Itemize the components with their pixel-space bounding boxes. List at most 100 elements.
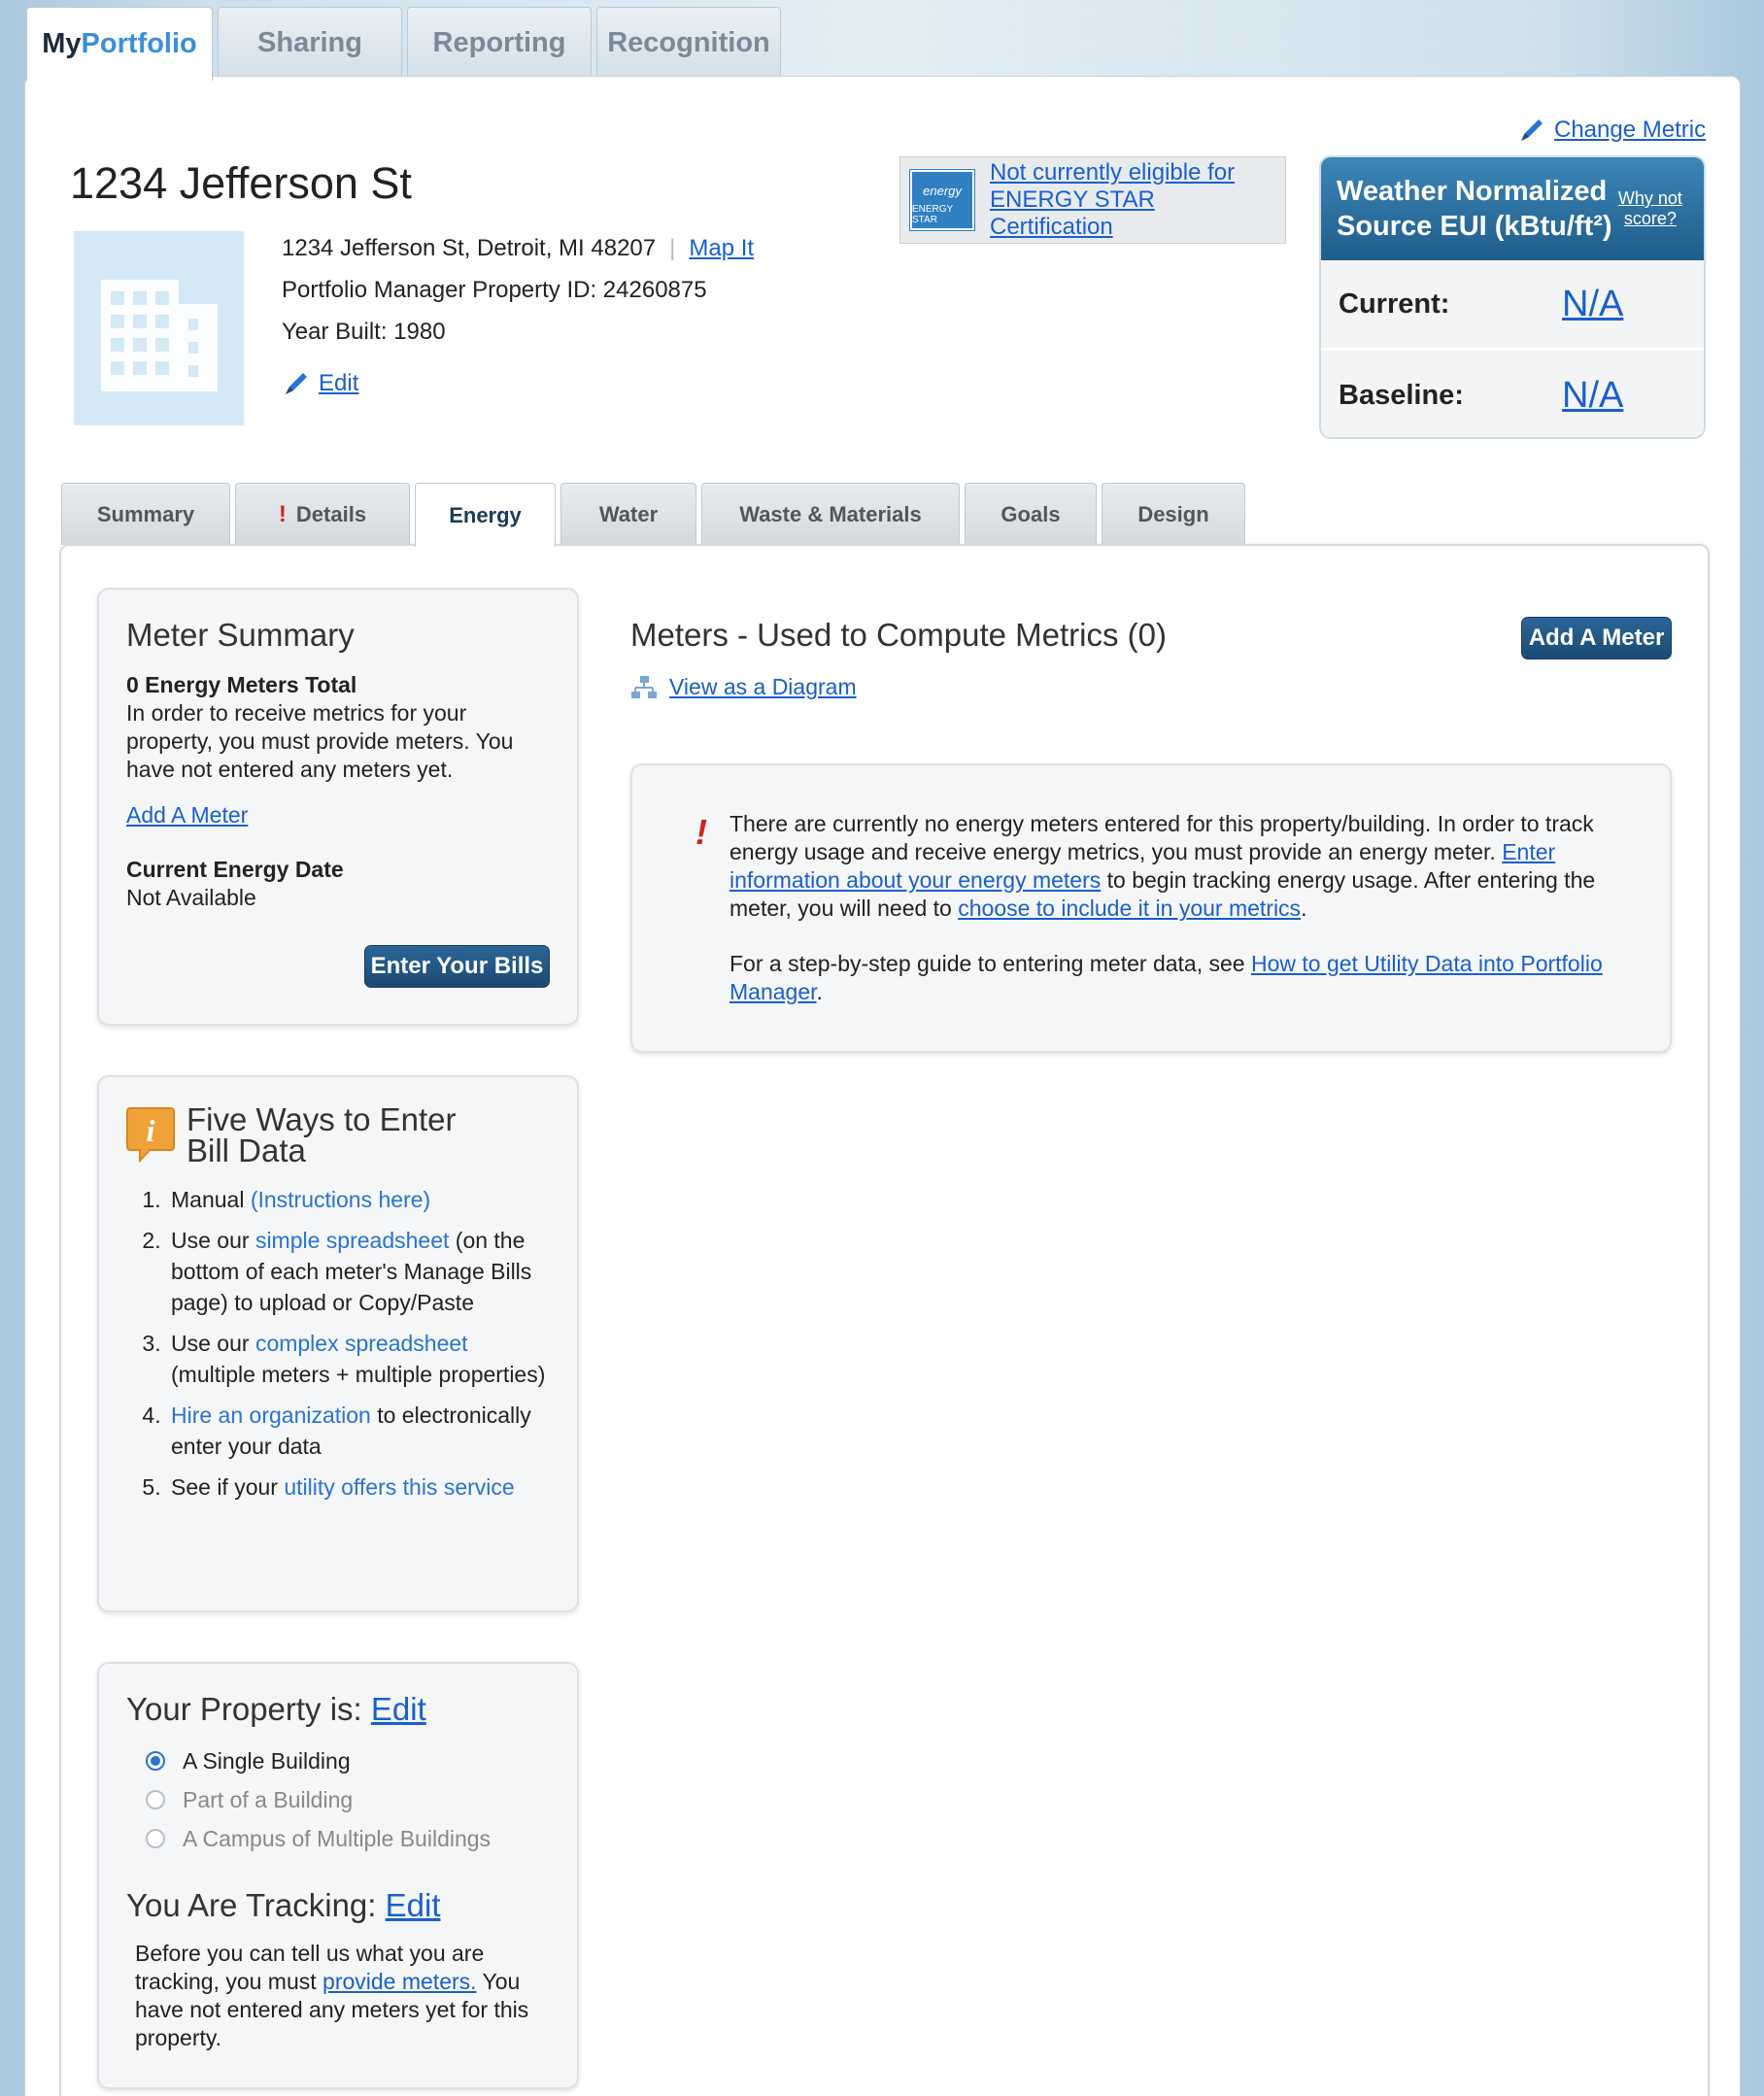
enter-bills-button[interactable]: Enter Your Bills — [364, 945, 550, 988]
item-text: Use our — [171, 1331, 255, 1356]
add-meter-button[interactable]: Add A Meter — [1521, 617, 1672, 659]
five-ways-title-line1: Five Ways to Enter — [187, 1101, 457, 1137]
simple-spreadsheet-link[interactable]: simple spreadsheet — [255, 1228, 449, 1253]
list-item: See if your utility offers this service — [167, 1471, 548, 1503]
current-label: Current: — [1339, 287, 1450, 320]
meter-summary-title: Meter Summary — [126, 617, 355, 653]
metric-baseline-row: Baseline: N/A — [1321, 351, 1704, 437]
five-ways-list: Manual (Instructions here) Use our simpl… — [167, 1184, 577, 1512]
tab-recognition[interactable]: Recognition — [596, 7, 781, 78]
pencil-icon — [1521, 119, 1543, 141]
pencil-icon — [286, 372, 307, 394]
guide-text-post: . — [816, 979, 823, 1004]
edit-property-row: Edit — [282, 362, 754, 404]
utility-service-link[interactable]: utility offers this service — [284, 1474, 514, 1500]
tab-details[interactable]: ! Details — [235, 483, 410, 545]
top-nav-tabs: My Portfolio Sharing Reporting Recognitio… — [26, 7, 781, 81]
energy-star-eligibility: energy ENERGY STAR Not currently eligibl… — [899, 156, 1286, 244]
tab-design[interactable]: Design — [1102, 483, 1245, 545]
property-type-card: Your Property is: Edit A Single Building… — [97, 1662, 579, 2089]
edit-property-link[interactable]: Edit — [319, 362, 358, 404]
tab-waste-materials[interactable]: Waste & Materials — [701, 483, 960, 545]
option-campus[interactable]: A Campus of Multiple Buildings — [146, 1819, 550, 1858]
warning-icon: ! — [695, 812, 707, 852]
year-built: Year Built: 1980 — [282, 319, 446, 345]
item-text: Manual — [171, 1187, 251, 1212]
include-in-metrics-link[interactable]: choose to include it in your metrics — [958, 896, 1301, 921]
list-item: Use our complex spreadsheet (multiple me… — [167, 1328, 548, 1390]
tab-energy[interactable]: Energy — [415, 483, 556, 547]
tab-summary[interactable]: Summary — [61, 483, 230, 545]
baseline-value[interactable]: N/A — [1562, 375, 1623, 417]
radio-unselected[interactable] — [146, 1829, 165, 1848]
tab-reporting[interactable]: Reporting — [407, 7, 592, 78]
tracking-heading: You Are Tracking: Edit — [126, 1887, 550, 1924]
info-icon: i — [126, 1106, 175, 1164]
current-energy-date-label: Current Energy Date — [126, 857, 344, 882]
property-type-edit-link[interactable]: Edit — [371, 1691, 426, 1727]
hire-organization-link[interactable]: Hire an organization — [171, 1403, 371, 1428]
tab-sharing[interactable]: Sharing — [218, 7, 402, 78]
current-value[interactable]: N/A — [1562, 284, 1623, 325]
option-label: Part of a Building — [183, 1786, 354, 1812]
five-ways-title-line2: Bill Data — [187, 1133, 306, 1168]
separator: | — [669, 235, 676, 261]
meter-count: 0 Energy Meters Total — [126, 672, 357, 697]
meter-summary-text: In order to receive metrics for your pro… — [126, 700, 514, 782]
tab-myportfolio-my: My — [42, 28, 82, 59]
option-label: A Single Building — [183, 1747, 351, 1774]
tab-goals[interactable]: Goals — [965, 483, 1097, 545]
energy-star-logo-text: ENERGY STAR — [912, 204, 954, 225]
metric-card: Weather Normalized Source EUI (kBtu/ft²)… — [1319, 155, 1706, 439]
view-diagram-link[interactable]: View as a Diagram — [669, 674, 857, 700]
property-info: 1234 Jefferson St, Detroit, MI 48207 | Map… — [282, 227, 754, 404]
energy-star-script: energy — [923, 184, 962, 198]
diagram-row: View as a Diagram — [630, 674, 857, 700]
svg-text:i: i — [147, 1113, 155, 1148]
property-tabs: Summary ! Details Energy Water Waste & Ma… — [61, 483, 1245, 547]
guide-text: For a step-by-step guide to entering met… — [729, 950, 1633, 1006]
property-name: 1234 Jefferson St — [70, 158, 412, 208]
list-item: Manual (Instructions here) — [167, 1184, 548, 1215]
add-meter-link[interactable]: Add A Meter — [126, 801, 550, 829]
current-energy-date-value: Not Available — [126, 885, 256, 910]
property-type-options: A Single Building Part of a Building A C… — [146, 1741, 550, 1858]
property-is-heading: Your Property is: Edit — [126, 1691, 550, 1728]
list-item: Use our simple spreadsheet (on the botto… — [167, 1225, 548, 1318]
change-metric: Change Metric — [1517, 116, 1706, 145]
guide-text-pre: For a step-by-step guide to entering met… — [729, 951, 1251, 976]
diagram-icon — [631, 675, 657, 698]
instructions-link[interactable]: (Instructions here) — [251, 1187, 430, 1212]
metric-header: Weather Normalized Source EUI (kBtu/ft²)… — [1321, 157, 1704, 260]
building-icon — [74, 231, 244, 425]
complex-spreadsheet-link[interactable]: complex spreadsheet — [255, 1331, 468, 1356]
metric-current-row: Current: N/A — [1321, 260, 1704, 351]
notice-text-1: There are currently no energy meters ent… — [729, 811, 1594, 864]
option-single-building[interactable]: A Single Building — [146, 1741, 550, 1780]
map-it-link[interactable]: Map It — [689, 235, 754, 261]
meters-title: Meters - Used to Compute Metrics (0) — [630, 617, 1167, 653]
item-text: See if your — [171, 1474, 285, 1500]
five-ways-card: i Five Ways to Enter Bill Data Manual (I… — [97, 1075, 579, 1612]
tracking-title: You Are Tracking: — [126, 1887, 377, 1923]
five-ways-title: Five Ways to Enter Bill Data — [187, 1101, 457, 1168]
list-item: Hire an organization to electronically e… — [167, 1400, 548, 1462]
no-meters-notice: ! There are currently no energy meters e… — [630, 763, 1672, 1053]
why-not-score-link[interactable]: Why not score? — [1612, 188, 1688, 229]
radio-selected[interactable] — [146, 1751, 165, 1771]
meter-summary-card: Meter Summary 0 Energy Meters Total In o… — [97, 588, 579, 1026]
tab-myportfolio-portfolio: Portfolio — [81, 28, 197, 59]
tab-myportfolio[interactable]: My Portfolio — [26, 7, 213, 81]
change-metric-link[interactable]: Change Metric — [1554, 117, 1706, 144]
option-part-of-building[interactable]: Part of a Building — [146, 1780, 550, 1819]
radio-unselected[interactable] — [146, 1790, 165, 1809]
provide-meters-link[interactable]: provide meters. — [322, 1969, 477, 1994]
metric-title: Weather Normalized Source EUI (kBtu/ft²) — [1337, 176, 1612, 242]
tracking-edit-link[interactable]: Edit — [386, 1887, 441, 1923]
tab-water[interactable]: Water — [560, 483, 696, 545]
property-id: Portfolio Manager Property ID: 24260875 — [282, 277, 707, 303]
certification-link[interactable]: Not currently eligible for ENERGY STAR C… — [990, 159, 1275, 241]
notice-text: There are currently no energy meters ent… — [729, 810, 1633, 923]
tracking-text: Before you can tell us what you are trac… — [135, 1940, 550, 2052]
item-text: Use our — [171, 1228, 255, 1253]
